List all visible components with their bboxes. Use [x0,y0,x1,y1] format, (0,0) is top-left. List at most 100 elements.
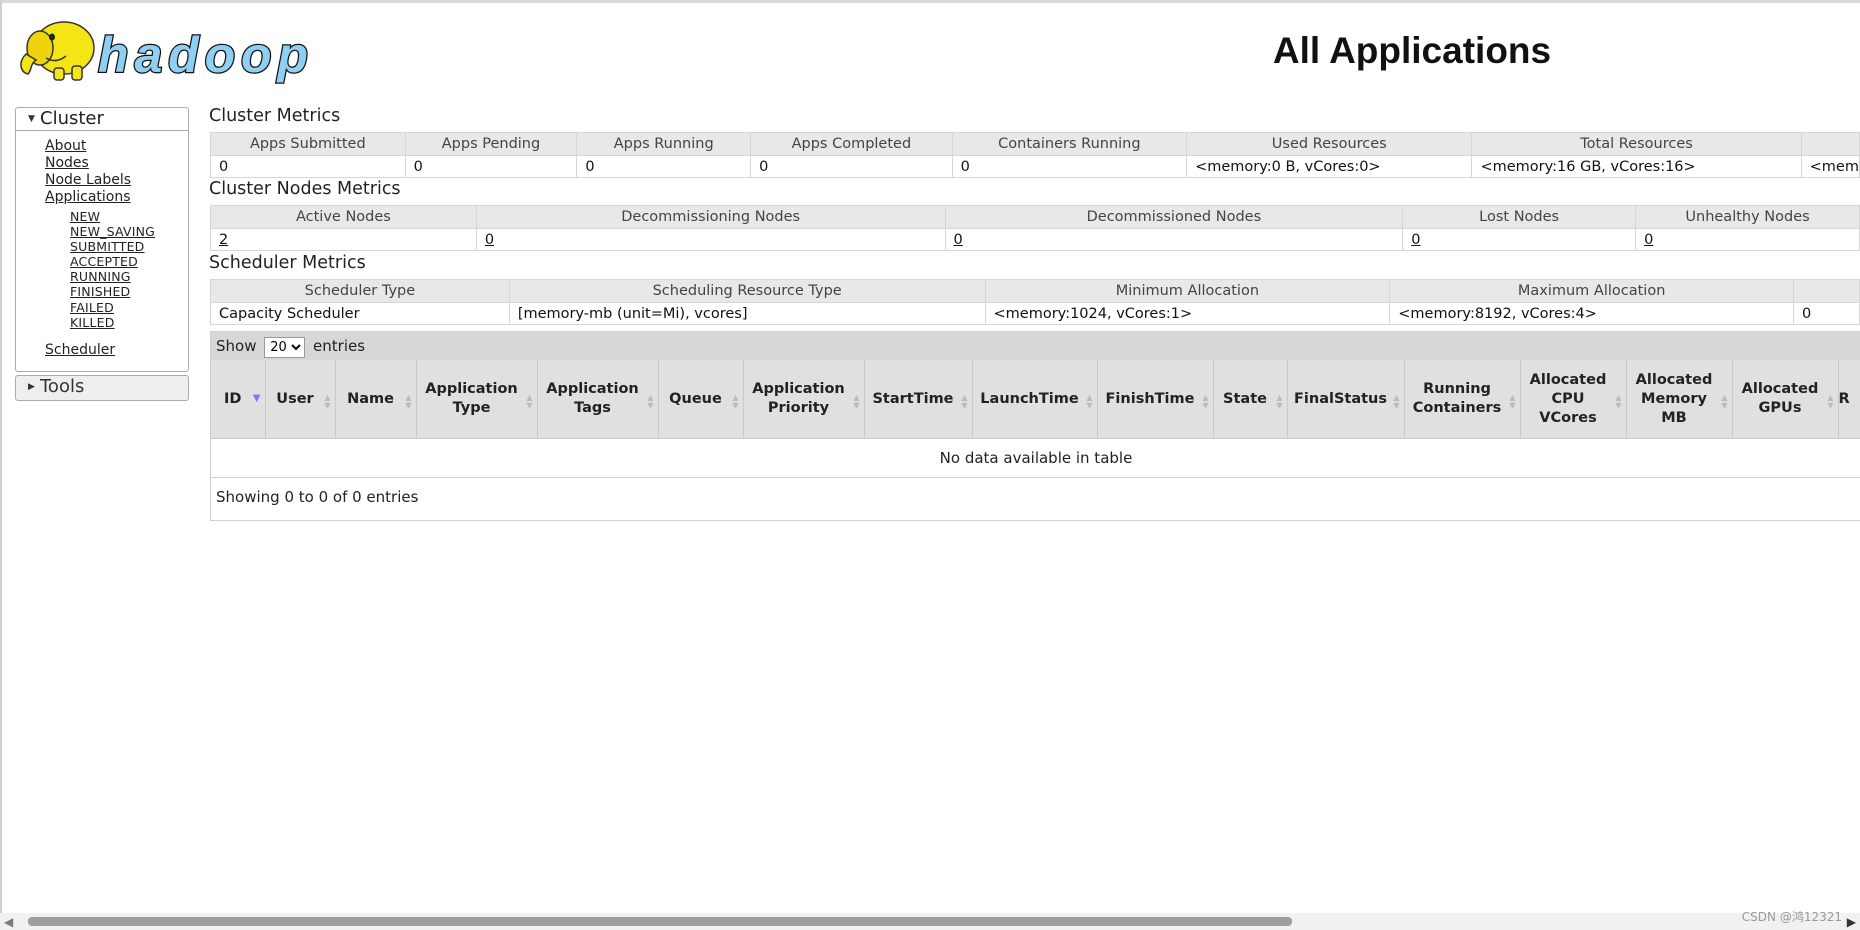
sort-icon: ▲ ▼ [1721,393,1728,410]
minimum-allocation-value: <memory:1024, vCores:1> [984,302,1391,325]
sort-icon: ▲ ▼ [405,393,412,410]
column-header-final-status[interactable]: FinalStatus ▲ ▼ [1287,360,1405,439]
metric-header: Apps Completed [750,132,953,156]
column-header-queue[interactable]: Queue ▲ ▼ [658,360,744,439]
column-label: Application Tags [546,381,639,416]
table-info: Showing 0 to 0 of 0 entries [216,488,419,506]
sort-desc-icon: ▼ [252,393,261,404]
scroll-left-arrow-icon[interactable]: ◀ [4,915,13,929]
horizontal-scrollbar[interactable]: ◀ ▶ [0,913,1860,930]
scheduler-metrics-title: Scheduler Metrics [209,253,366,273]
column-header-user[interactable]: User ▲ ▼ [265,360,336,439]
active-nodes-link[interactable]: 2 [219,232,228,248]
metric-header [1793,279,1860,303]
cluster-metrics-title: Cluster Metrics [209,106,341,126]
metric-header: Total Resources [1471,132,1802,156]
scrollbar-thumb[interactable] [28,917,1292,926]
sort-icon: ▲ ▼ [1202,393,1209,410]
lost-nodes-link[interactable]: 0 [1411,232,1420,248]
sidebar-tools-label: Tools [40,376,85,397]
column-label: Application Type [425,381,518,416]
column-label: LaunchTime [980,390,1079,407]
cluster-metrics-table: Apps Submitted Apps Pending Apps Running… [210,132,1860,178]
chevron-down-icon: ▼ [28,114,35,124]
column-label: ID [224,390,242,407]
metric-header: Apps Running [576,132,752,156]
sort-icon: ▲ ▼ [1393,393,1400,410]
window-left-border [0,0,2,930]
column-label: Allocated CPU VCores [1529,371,1607,426]
decommissioned-nodes-link[interactable]: 0 [954,232,963,248]
column-label: Allocated GPUs [1741,381,1819,416]
column-header-launch-time[interactable]: LaunchTime ▲ ▼ [972,360,1098,439]
sidebar-item-scheduler[interactable]: Scheduler [45,342,115,358]
table-header-row: ID ▼ User ▲ ▼ Name ▲ ▼ Application Type ▲ ▼ App… [211,360,1860,439]
sidebar-state-submitted[interactable]: SUBMITTED [70,239,145,254]
sidebar-state-finished[interactable]: FINISHED [70,284,130,299]
column-label: FinalStatus [1294,390,1387,407]
sidebar-state-accepted[interactable]: ACCEPTED [70,254,138,269]
scheduling-resource-type-value: [memory-mb (unit=Mi), vcores] [508,302,986,325]
sidebar-cluster-header[interactable]: ▼ Cluster [16,108,188,131]
column-label: Queue [669,390,722,407]
sidebar-item-about[interactable]: About [45,138,86,154]
metric-header: Active Nodes [210,205,477,229]
column-header-running-containers[interactable]: Running Containers ▲ ▼ [1404,360,1521,439]
apps-pending-value: 0 [404,155,578,178]
sort-icon: ▲ ▼ [526,393,533,410]
column-header-allocated-memory-mb[interactable]: Allocated Memory MB ▲ ▼ [1626,360,1733,439]
column-header-allocated-gpus[interactable]: Allocated GPUs ▲ ▼ [1732,360,1839,439]
watermark: CSDN @鸿12321 [1741,910,1842,924]
hadoop-logo[interactable]: hadoop [16,10,316,88]
sidebar-item-node-labels[interactable]: Node Labels [45,172,131,188]
sort-icon: ▲ ▼ [853,393,860,410]
column-header-allocated-cpu-vcores[interactable]: Allocated CPU VCores ▲ ▼ [1520,360,1627,439]
sidebar-state-killed[interactable]: KILLED [70,315,115,330]
elephant-icon [20,21,95,81]
sidebar-state-failed[interactable]: FAILED [70,300,114,315]
scroll-right-arrow-icon[interactable]: ▶ [1847,915,1856,929]
cluster-nodes-metrics-table: Active Nodes Decommissioning Nodes Decom… [210,205,1860,251]
column-label: Running Containers [1412,381,1502,416]
metric-header: Apps Submitted [210,132,406,156]
metric-header: Minimum Allocation [984,279,1391,303]
sidebar-item-nodes[interactable]: Nodes [45,155,89,171]
sort-icon: ▲ ▼ [1827,393,1834,410]
sidebar-state-new-saving[interactable]: NEW_SAVING [70,224,155,239]
empty-table-message: No data available in table [211,438,1860,478]
column-header-state[interactable]: State ▲ ▼ [1213,360,1288,439]
column-header-application-priority[interactable]: Application Priority ▲ ▼ [743,360,865,439]
column-header-application-type[interactable]: Application Type ▲ ▼ [416,360,538,439]
page-size-select[interactable]: 20 [264,337,306,358]
metric-header: Apps Pending [404,132,578,156]
column-header-truncated[interactable]: R [1838,360,1860,439]
maximum-allocation-value: <memory:8192, vCores:4> [1389,302,1795,325]
used-resources-value: <memory:0 B, vCores:0> [1186,155,1473,178]
sort-icon: ▲ ▼ [732,393,739,410]
apps-submitted-value: 0 [210,155,406,178]
sidebar-state-new[interactable]: NEW [70,209,100,224]
sidebar-state-running[interactable]: RUNNING [70,269,131,284]
column-label: StartTime [872,390,954,407]
column-header-id[interactable]: ID ▼ [211,360,266,439]
metric-header: Decommissioned Nodes [944,205,1404,229]
sort-icon: ▲ ▼ [324,393,331,410]
applications-table-panel: Show 20 entries ID ▼ User ▲ ▼ Name ▲ ▼ Applic… [210,331,1860,521]
column-header-start-time[interactable]: StartTime ▲ ▼ [864,360,973,439]
hadoop-wordmark: hadoop [98,27,308,83]
sidebar-tools-header[interactable]: ▶ Tools [16,376,188,398]
decommissioning-nodes-link[interactable]: 0 [485,232,494,248]
column-header-finish-time[interactable]: FinishTime ▲ ▼ [1097,360,1214,439]
sort-icon: ▲ ▼ [961,393,968,410]
unhealthy-nodes-link[interactable]: 0 [1644,232,1653,248]
sidebar-item-applications[interactable]: Applications [45,189,131,205]
column-label: R [1838,390,1850,407]
column-header-name[interactable]: Name ▲ ▼ [335,360,417,439]
column-label: Allocated Memory MB [1635,371,1713,426]
column-header-application-tags[interactable]: Application Tags ▲ ▼ [537,360,659,439]
sort-icon: ▲ ▼ [1086,393,1093,410]
sort-icon: ▲ ▼ [1276,393,1283,410]
metric-header: Containers Running [951,132,1188,156]
sidebar-tools-panel[interactable]: ▶ Tools [15,375,189,401]
column-label: Name [347,390,394,407]
